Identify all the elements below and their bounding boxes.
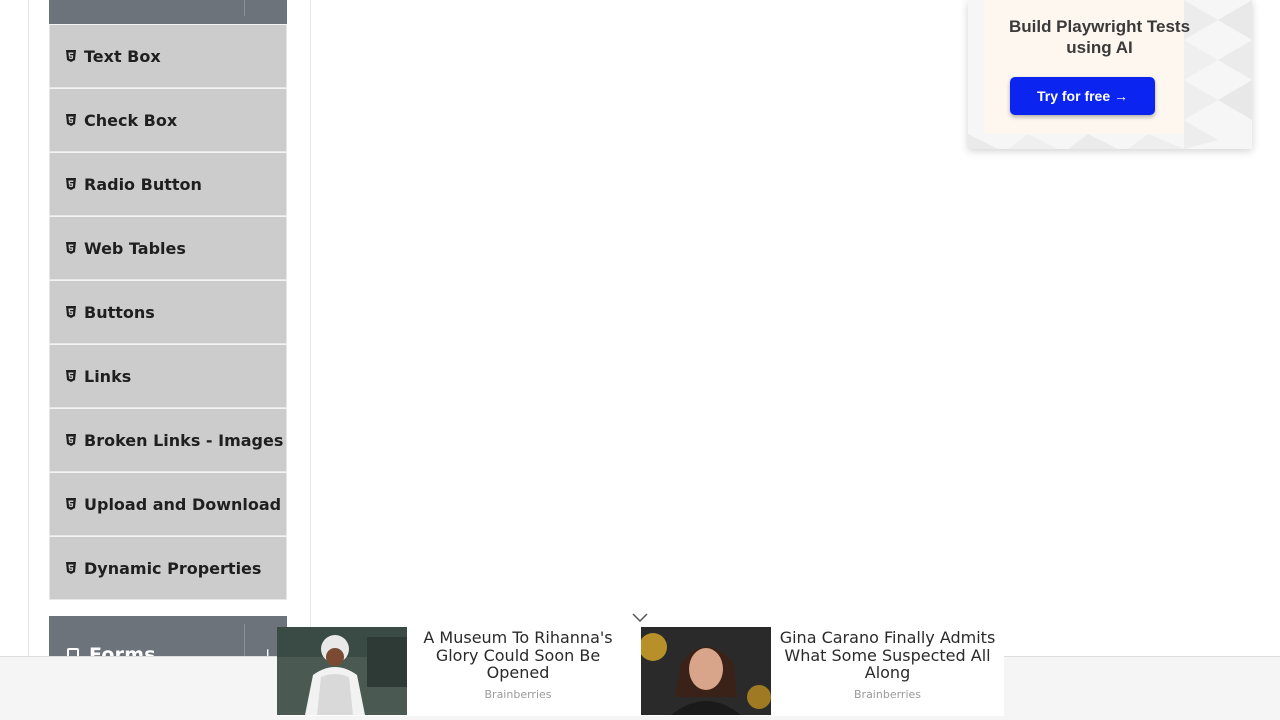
html5-icon [66,306,76,318]
sidebar-menu: Text Box Check Box Radio Button Web Tabl… [49,24,287,600]
try-for-free-button[interactable]: Try for free → [1010,77,1155,115]
sidebar-item-label: Dynamic Properties [84,558,262,578]
news-ad-1-source: Brainberries [484,688,552,701]
sidebar-item-label: Upload and Download [84,494,282,514]
sidebar-item-text-box[interactable]: Text Box [49,24,287,88]
sidebar-item-check-box[interactable]: Check Box [49,88,287,152]
html5-icon [66,370,76,382]
sidebar-item-label: Web Tables [84,238,186,258]
news-ad-2-headline: Gina Carano Finally Admits What Some Sus… [779,628,996,682]
news-ad-1[interactable]: A Museum To Rihanna's Glory Could Soon B… [277,627,641,716]
news-ad-2-thumbnail [641,627,771,715]
sidebar-item-radio-button[interactable]: Radio Button [49,152,287,216]
group-header-separator [244,0,245,16]
sidebar-item-buttons[interactable]: Buttons [49,280,287,344]
sidebar-item-web-tables[interactable]: Web Tables [49,216,287,280]
html5-icon [66,498,76,510]
right-rail-divider [310,0,311,720]
elements-group-header[interactable] [49,0,287,24]
html5-icon [66,50,76,62]
sidebar-item-label: Links [84,366,132,386]
html5-icon [66,562,76,574]
news-ad-1-headline: A Museum To Rihanna's Glory Could Soon B… [423,628,613,682]
news-ad-2-source: Brainberries [854,688,921,701]
sidebar-item-label: Broken Links - Images [84,430,284,450]
chevron-down-icon[interactable] [631,609,649,623]
ad-card: Build Playwright Tests using AI Try for … [968,0,1252,149]
sidebar-item-label: Buttons [84,302,155,322]
sidebar-item-label: Text Box [84,46,161,66]
html5-icon [66,242,76,254]
left-rail-divider [28,0,29,720]
sidebar-item-links[interactable]: Links [49,344,287,408]
sidebar-item-label: Radio Button [84,174,202,194]
news-ad-2[interactable]: Gina Carano Finally Admits What Some Sus… [641,627,1004,716]
page: Text Box Check Box Radio Button Web Tabl… [0,0,1280,720]
sidebar-item-dynamic-properties[interactable]: Dynamic Properties [49,536,287,600]
ad-title: Build Playwright Tests using AI [1008,17,1191,57]
sidebar-item-broken-links-images[interactable]: Broken Links - Images [49,408,287,472]
html5-icon [66,114,76,126]
html5-icon [66,178,76,190]
sidebar-item-label: Check Box [84,110,178,130]
html5-icon [66,434,76,446]
sidebar-item-upload-and-download[interactable]: Upload and Download [49,472,287,536]
news-ad-1-thumbnail [277,627,407,715]
